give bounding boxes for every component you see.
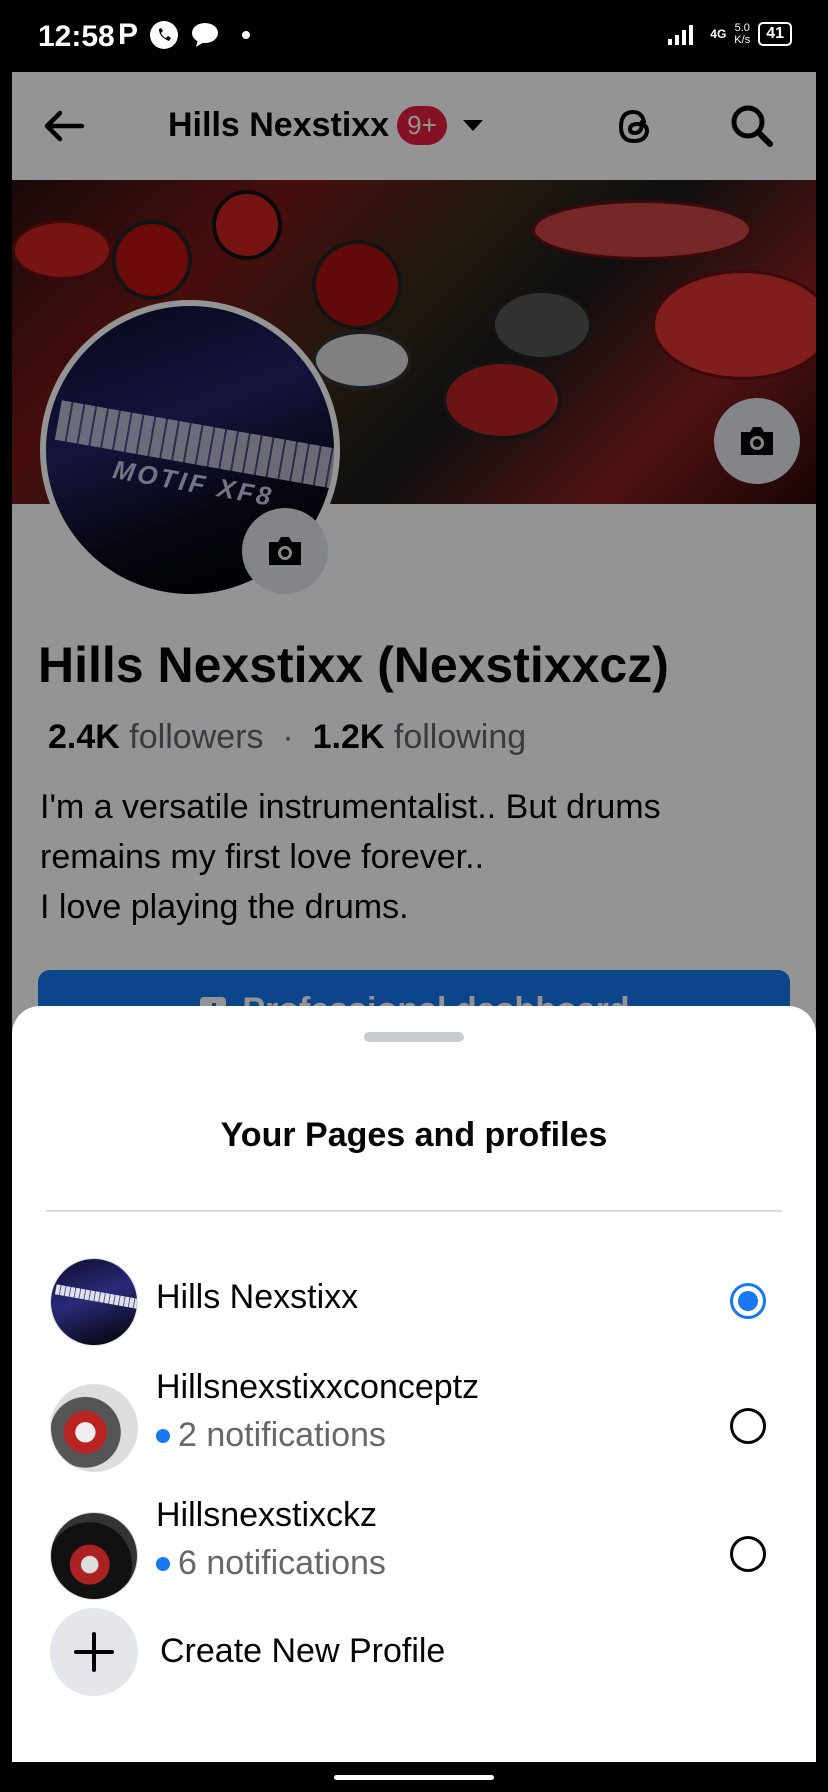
create-new-profile-label: Create New Profile xyxy=(160,1632,446,1670)
pages-profiles-sheet: Your Pages and profiles Hills Nexstixx H… xyxy=(12,1006,816,1762)
unread-dot-icon xyxy=(156,1556,170,1571)
battery-icon: 41 xyxy=(758,22,792,46)
unread-dot-icon xyxy=(156,1428,170,1443)
message-bubble-icon xyxy=(192,23,219,47)
profile-option-hillsnexstixckz[interactable]: Hillsnexstixckz 6 notifications xyxy=(12,1496,816,1610)
notification-count: 2 notifications xyxy=(156,1416,386,1455)
system-nav-bar xyxy=(0,1762,828,1792)
profile-avatar xyxy=(50,1512,138,1600)
sheet-title: Your Pages and profiles xyxy=(220,1116,608,1154)
radio-unselected[interactable] xyxy=(730,1536,766,1572)
notification-p-icon: P xyxy=(118,18,139,51)
home-gesture-handle[interactable] xyxy=(334,1775,494,1780)
profile-avatar xyxy=(50,1384,138,1472)
network-type: 4G xyxy=(710,27,727,41)
dot-icon xyxy=(242,31,251,39)
radio-selected[interactable] xyxy=(730,1283,766,1319)
sheet-drag-handle[interactable] xyxy=(364,1032,464,1042)
divider xyxy=(46,1210,782,1212)
signal-icon xyxy=(668,25,694,45)
profile-option-name: Hillsnexstixxconceptz xyxy=(156,1368,480,1406)
notification-count: 6 notifications xyxy=(156,1544,386,1583)
profile-option-hillsnexstixxconceptz[interactable]: Hillsnexstixxconceptz 2 notifications xyxy=(12,1368,816,1482)
create-new-profile-button[interactable]: Create New Profile xyxy=(12,1602,816,1702)
profile-avatar xyxy=(50,1258,138,1346)
status-bar: 12:58 P 4G 5.0 K/s 41 xyxy=(0,0,828,72)
profile-option-name: Hillsnexstixckz xyxy=(156,1496,378,1534)
profile-option-hills-nexstixx[interactable]: Hills Nexstixx xyxy=(12,1246,816,1356)
whatsapp-icon xyxy=(150,21,179,49)
profile-option-name: Hills Nexstixx xyxy=(156,1278,359,1316)
radio-unselected[interactable] xyxy=(730,1408,766,1444)
status-time: 12:58 xyxy=(38,20,115,53)
network-speed: 5.0 K/s xyxy=(734,22,751,46)
plus-icon xyxy=(50,1608,138,1696)
